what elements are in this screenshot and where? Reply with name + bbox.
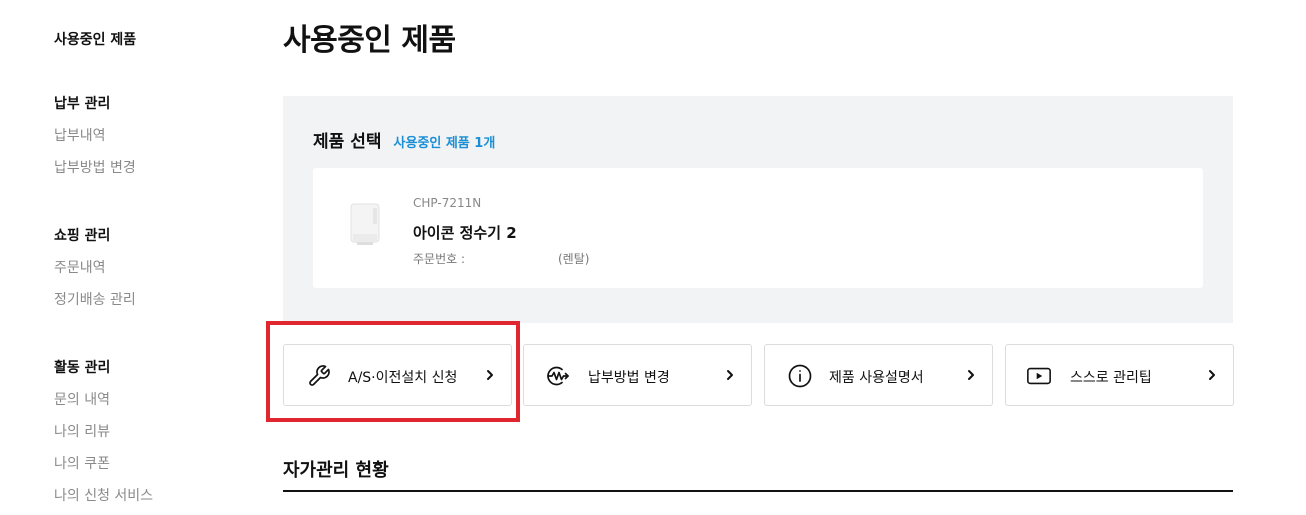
as-relocation-request-button[interactable]: A/S·이전설치 신청 <box>283 344 512 406</box>
product-manual-button[interactable]: 제품 사용설명서 <box>764 344 993 406</box>
sidebar-item-order-history[interactable]: 주문내역 <box>54 259 136 291</box>
product-card[interactable]: CHP-7211N 아이콘 정수기 2 주문번호 : (렌탈) <box>313 168 1203 288</box>
product-name: 아이콘 정수기 2 <box>413 224 517 242</box>
chevron-right-icon <box>1209 370 1215 380</box>
section-divider <box>283 490 1233 492</box>
sidebar-item-my-coupons[interactable]: 나의 쿠폰 <box>54 455 153 487</box>
sidebar-section-shopping: 쇼핑 관리 주문내역 정기배송 관리 <box>54 225 136 323</box>
page-title: 사용중인 제품 <box>283 23 456 58</box>
as-relocation-request-label: A/S·이전설치 신청 <box>348 370 458 386</box>
sidebar-item-inquiries[interactable]: 문의 내역 <box>54 391 153 423</box>
chevron-right-icon <box>487 370 493 380</box>
sidebar-item-my-reviews[interactable]: 나의 리뷰 <box>54 423 153 455</box>
sidebar-item-payment-history[interactable]: 납부내역 <box>54 127 136 159</box>
sidebar-item-regular-delivery[interactable]: 정기배송 관리 <box>54 291 136 323</box>
action-button-row: A/S·이전설치 신청 납부방법 변경 제품 사용설명서 스스로 관리팁 <box>283 344 1234 406</box>
product-manual-label: 제품 사용설명서 <box>829 370 924 386</box>
sidebar-heading-payment: 납부 관리 <box>54 96 111 112</box>
self-care-tips-label: 스스로 관리팁 <box>1070 370 1152 386</box>
self-care-status-title: 자가관리 현황 <box>283 460 389 481</box>
sidebar-section-activity: 활동 관리 문의 내역 나의 리뷰 나의 쿠폰 나의 신청 서비스 <box>54 357 153 515</box>
play-icon <box>1027 367 1051 385</box>
chevron-right-icon <box>968 370 974 380</box>
order-number-label: 주문번호 : <box>413 252 466 266</box>
info-icon <box>788 364 812 388</box>
wrench-icon <box>309 365 330 386</box>
sidebar-heading-activity: 활동 관리 <box>54 360 111 376</box>
sidebar-item-change-payment[interactable]: 납부방법 변경 <box>54 159 136 191</box>
sidebar-section-payment: 납부 관리 납부내역 납부방법 변경 <box>54 93 136 191</box>
product-select-panel: 제품 선택 사용중인 제품 1개 CHP-7211N 아이콘 정수기 2 주문번… <box>283 96 1233 323</box>
order-type: (렌탈) <box>558 252 590 266</box>
sidebar-item-my-services[interactable]: 나의 신청 서비스 <box>54 487 153 515</box>
chevron-right-icon <box>727 370 733 380</box>
payment-icon <box>547 366 569 386</box>
change-payment-method-button[interactable]: 납부방법 변경 <box>523 344 752 406</box>
sidebar-item-products-in-use[interactable]: 사용중인 제품 <box>54 29 136 49</box>
water-purifier-image <box>350 203 380 245</box>
product-model: CHP-7211N <box>413 196 482 210</box>
product-select-header: 제품 선택 사용중인 제품 1개 <box>313 127 495 152</box>
product-select-title: 제품 선택 <box>313 132 382 152</box>
product-count-label: 사용중인 제품 1개 <box>393 136 496 151</box>
sidebar-heading-shopping: 쇼핑 관리 <box>54 228 111 244</box>
self-care-tips-button[interactable]: 스스로 관리팁 <box>1005 344 1234 406</box>
change-payment-method-label: 납부방법 변경 <box>588 370 670 386</box>
